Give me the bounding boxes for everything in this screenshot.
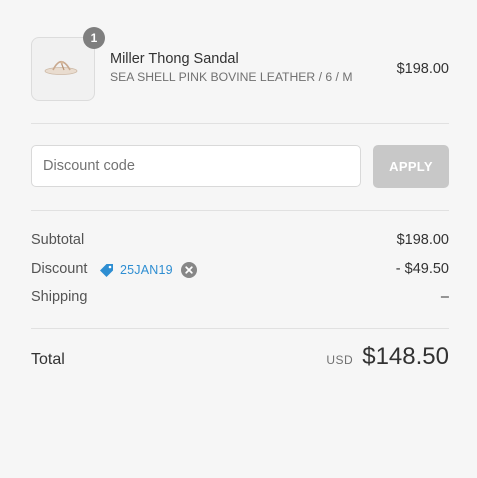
remove-discount-button[interactable] [180, 262, 197, 278]
quantity-badge: 1 [83, 27, 105, 49]
product-name: Miller Thong Sandal [110, 51, 239, 67]
discount-label: Discount [31, 261, 88, 277]
discount-code-input[interactable] [31, 145, 361, 187]
total-amount: $148.50 [362, 343, 449, 370]
discount-value: - $49.50 [395, 261, 449, 277]
total-label: Total [31, 351, 65, 368]
applied-discount-tag: 25JAN19 [98, 260, 197, 280]
shipping-value: – [440, 289, 449, 305]
order-summary-panel: 1 Miller Thong Sandal SEA SHELL PINK BOV… [0, 0, 477, 478]
close-icon [185, 266, 193, 274]
product-line-item: 1 Miller Thong Sandal SEA SHELL PINK BOV… [31, 27, 449, 101]
product-price: $198.00 [396, 61, 449, 77]
subtotal-line: Subtotal $198.00 [31, 232, 449, 252]
shipping-label: Shipping [31, 289, 88, 305]
subtotal-value: $198.00 [396, 232, 449, 248]
subtotal-label: Subtotal [31, 232, 85, 248]
divider [31, 328, 449, 329]
price-tag-icon [100, 264, 113, 277]
discount-line: Discount 25JAN19 - $49.50 [31, 261, 449, 281]
divider [31, 123, 449, 124]
apply-discount-button[interactable]: APPLY [373, 145, 449, 188]
shipping-line: Shipping – [31, 289, 449, 309]
sandal-image [44, 60, 78, 75]
product-thumbnail: 1 [31, 27, 105, 101]
divider [31, 210, 449, 211]
total-amount-group: USD $148.50 [326, 343, 449, 371]
currency-code: USD [326, 353, 354, 367]
product-variant: SEA SHELL PINK BOVINE LEATHER / 6 / M [110, 70, 353, 84]
discount-code: 25JAN19 [120, 263, 173, 277]
